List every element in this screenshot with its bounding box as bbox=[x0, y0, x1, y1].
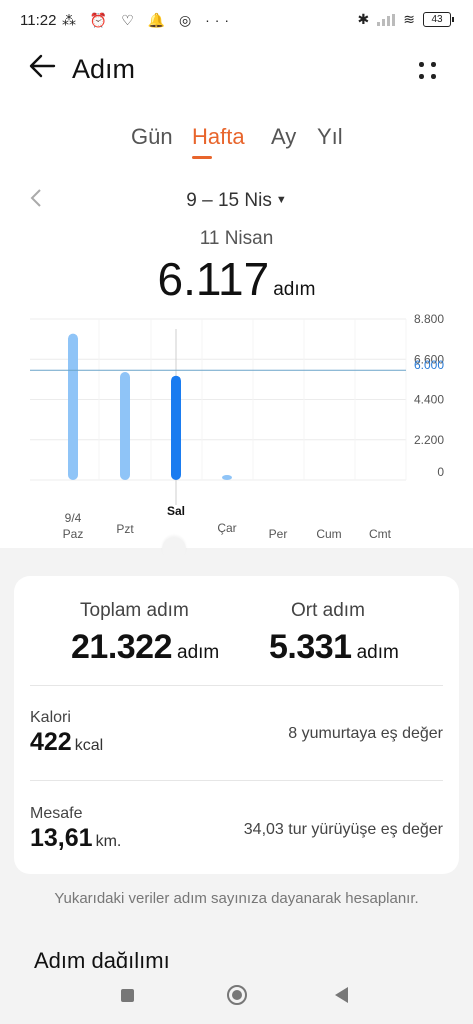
status-time: 11:22 bbox=[20, 12, 57, 29]
calorie-value: 422 bbox=[30, 728, 72, 756]
bluetooth-icon: ✱ bbox=[357, 11, 370, 27]
divider bbox=[30, 780, 443, 781]
system-nav-bar bbox=[0, 968, 473, 1024]
info-note: Yukarıdaki veriler adım sayınıza dayanar… bbox=[54, 890, 419, 907]
date-range-selector[interactable]: 9 – 15 Nis ▼ bbox=[0, 190, 473, 212]
distance: 13,61 km. bbox=[30, 824, 121, 853]
x-tick-label: Çar bbox=[217, 521, 236, 535]
summary-card: Toplam adım 21.322 adım Ort adım 5.331 adı… bbox=[14, 576, 459, 874]
total-steps-label: Toplam adım bbox=[80, 600, 189, 621]
x-tick-label: Sal bbox=[167, 504, 185, 518]
selection-pointer bbox=[162, 537, 186, 561]
bar bbox=[222, 475, 232, 480]
more-options-icon[interactable] bbox=[414, 58, 444, 84]
chart-svg[interactable]: 8.8006.6004.4002.20006.0009/4Paz PztSalÇa… bbox=[0, 300, 473, 550]
active-tab-indicator bbox=[192, 156, 212, 159]
avg-steps: 5.331 adım bbox=[269, 628, 399, 667]
avg-steps-label: Ort adım bbox=[291, 600, 365, 621]
y-tick-label: 0 bbox=[437, 465, 444, 479]
period-tabs: Gün Hafta Ay Yıl bbox=[0, 124, 473, 154]
back-arrow-icon[interactable] bbox=[28, 52, 58, 84]
home-icon[interactable] bbox=[227, 985, 247, 1005]
x-tick-label: Paz bbox=[63, 527, 84, 541]
average-label: 6.000 bbox=[414, 358, 444, 372]
nav-back-icon[interactable] bbox=[335, 987, 348, 1003]
notification-icons: ⁂ ⏰ ♡ 🔔 ◎ ··· bbox=[62, 12, 235, 28]
avg-steps-unit: adım bbox=[356, 642, 399, 663]
tab-year[interactable]: Yıl bbox=[317, 124, 343, 150]
selected-steps-unit: adım bbox=[273, 279, 316, 300]
x-tick-label: Pzt bbox=[116, 522, 134, 536]
tab-day[interactable]: Gün bbox=[131, 124, 173, 150]
total-steps-value: 21.322 bbox=[71, 628, 173, 666]
total-steps-unit: adım bbox=[177, 642, 220, 663]
signal-icon bbox=[377, 13, 396, 26]
calorie-equivalent: 8 yumurtaya eş değer bbox=[288, 725, 443, 742]
x-tick-label: Per bbox=[269, 527, 288, 541]
bar bbox=[171, 375, 181, 480]
bar bbox=[120, 372, 130, 480]
dropdown-caret-icon: ▼ bbox=[275, 194, 287, 206]
calorie: 422 kcal bbox=[30, 728, 103, 757]
y-tick-label: 8.800 bbox=[414, 312, 444, 326]
divider bbox=[30, 685, 443, 686]
x-tick-label: Cmt bbox=[369, 527, 392, 541]
bar bbox=[68, 333, 78, 480]
steps-chart[interactable]: 8.800 6.600 4.400 2.200 0 6.000 9/4 Paz Pzt Sal Ça… bbox=[0, 300, 473, 550]
wifi-icon: ≋ bbox=[403, 11, 415, 27]
distance-unit: km. bbox=[95, 833, 122, 850]
status-bar: 11:22 ⁂ ⏰ ♡ 🔔 ◎ ··· ✱ ≋ 43 bbox=[0, 0, 473, 40]
date-range-label: 9 – 15 Nis bbox=[186, 190, 272, 211]
distance-value: 13,61 bbox=[30, 824, 93, 852]
x-date-label: 9/4 bbox=[65, 511, 82, 525]
page-title: Adım bbox=[72, 54, 136, 84]
avg-steps-value: 5.331 bbox=[269, 628, 352, 666]
selected-steps: 6.117 adım bbox=[0, 252, 473, 306]
y-tick-label: 4.400 bbox=[414, 393, 444, 407]
tab-month[interactable]: Ay bbox=[271, 124, 296, 150]
selected-day: 11 Nisan bbox=[199, 228, 274, 249]
distance-label: Mesafe bbox=[30, 805, 83, 822]
battery-icon: 43 bbox=[423, 12, 454, 27]
total-steps: 21.322 adım bbox=[71, 628, 219, 667]
distance-equivalent: 34,03 tur yürüyüşe eş değer bbox=[243, 821, 443, 838]
y-tick-label: 2.200 bbox=[414, 433, 444, 447]
selected-steps-value: 6.117 bbox=[157, 253, 270, 305]
tab-week[interactable]: Hafta bbox=[192, 124, 245, 150]
calorie-unit: kcal bbox=[74, 737, 104, 754]
recent-apps-icon[interactable] bbox=[121, 989, 134, 1002]
x-tick-label: Cum bbox=[316, 527, 341, 541]
calorie-label: Kalori bbox=[30, 709, 71, 726]
system-icons: ✱ ≋ 43 bbox=[357, 11, 454, 28]
